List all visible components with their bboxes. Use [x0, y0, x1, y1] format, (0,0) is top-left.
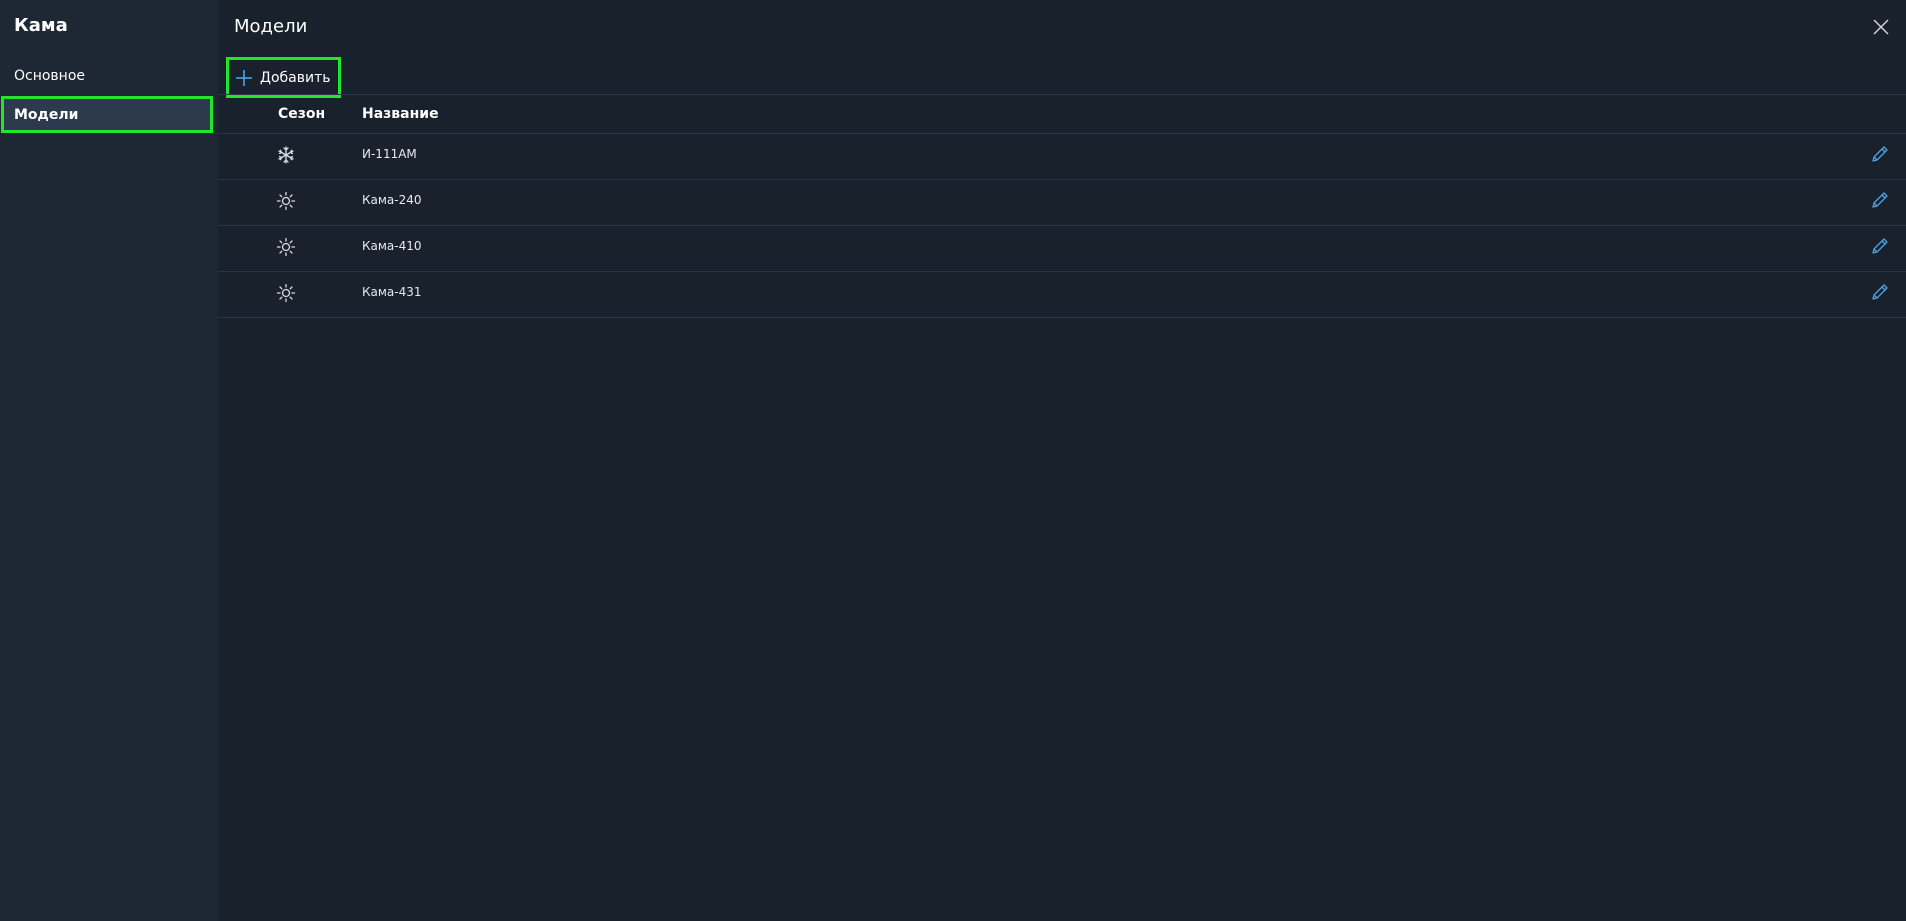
table-row[interactable]: Кама-431 [218, 272, 1906, 318]
snowflake-icon [278, 146, 294, 164]
model-name: Кама-240 [362, 193, 422, 207]
sidebar-item-label: Основное [14, 67, 86, 84]
pencil-icon[interactable] [1870, 282, 1890, 302]
model-name: И-111АМ [362, 147, 417, 161]
plus-icon [236, 69, 252, 86]
table-row[interactable]: И-111АМ [218, 134, 1906, 180]
pencil-icon[interactable] [1870, 190, 1890, 210]
page-title: Модели [234, 16, 308, 37]
add-button-label: Добавить [260, 69, 331, 86]
column-header-name[interactable]: Название [362, 106, 439, 122]
sun-icon [276, 191, 296, 211]
app-window: Кама Основное Модели Модели Добавить Сез… [0, 0, 1906, 921]
sidebar-item-general[interactable]: Основное [1, 57, 213, 94]
sun-icon [276, 237, 296, 257]
sidebar-title: Кама [14, 15, 68, 36]
table-row[interactable]: Кама-410 [218, 226, 1906, 272]
sun-icon [276, 283, 296, 303]
pencil-icon[interactable] [1870, 236, 1890, 256]
add-button[interactable]: Добавить [226, 57, 341, 98]
close-icon [1873, 19, 1889, 35]
sidebar: Кама Основное Модели [0, 0, 218, 921]
models-table: Сезон Название И-111АМ Кама-240 Кама-410… [218, 95, 1906, 318]
column-header-season[interactable]: Сезон [278, 106, 325, 122]
pencil-icon[interactable] [1870, 144, 1890, 164]
main-panel: Модели Добавить Сезон Название И-111АМ К… [218, 0, 1906, 921]
close-button[interactable] [1870, 16, 1892, 38]
table-header: Сезон Название [218, 95, 1906, 134]
table-row[interactable]: Кама-240 [218, 180, 1906, 226]
model-name: Кама-410 [362, 239, 422, 253]
model-name: Кама-431 [362, 285, 422, 299]
sidebar-item-models[interactable]: Модели [1, 96, 213, 133]
sidebar-item-label: Модели [14, 106, 79, 123]
